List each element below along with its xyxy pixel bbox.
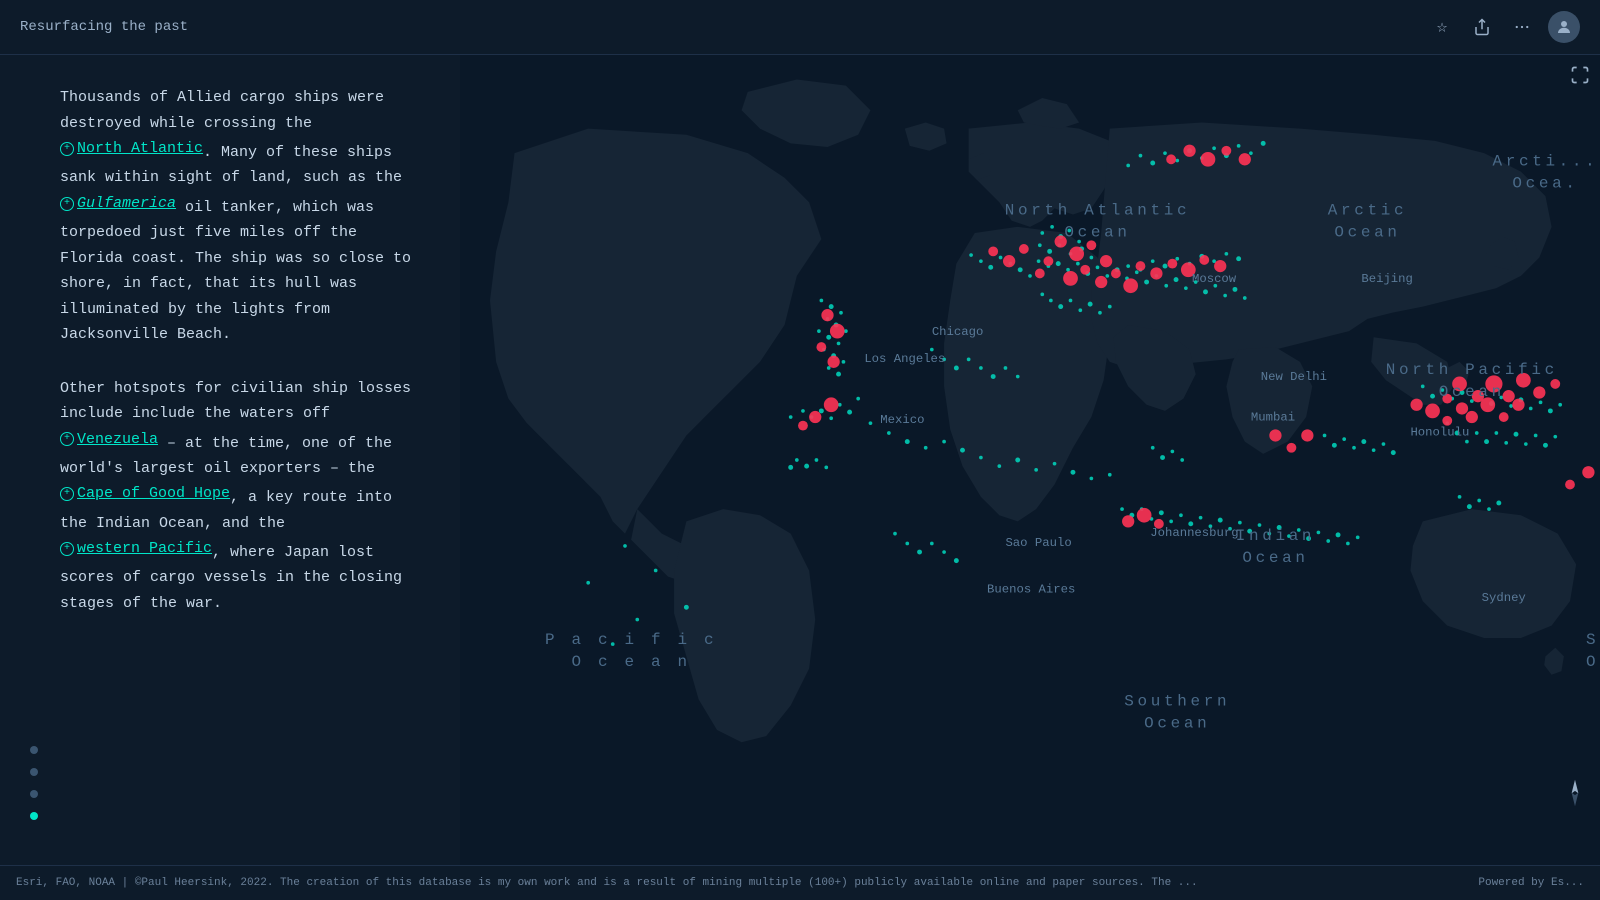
text-panel: Thousands of Allied cargo ships were des… [0,55,460,865]
north-atlantic-icon [60,142,74,156]
western-pacific-link[interactable]: western Pacific [60,536,212,562]
svg-text:Indian: Indian [1236,527,1315,545]
map-expand-button[interactable] [1570,65,1590,90]
page-dot-1[interactable] [30,746,38,754]
page-navigation [30,746,38,820]
svg-text:New Delhi: New Delhi [1261,370,1327,384]
world-map: North Atlantic Ocean North Pacific Ocean… [460,55,1600,865]
page-dot-4[interactable] [30,812,38,820]
svg-text:Ocean: Ocean [1064,224,1130,242]
svg-text:P a c i f i c: P a c i f i c [545,631,717,649]
venezuela-link[interactable]: Venezuela [60,427,158,453]
footer: Esri, FAO, NOAA | ©Paul Heersink, 2022. … [0,865,1600,900]
svg-text:North Atlantic: North Atlantic [1005,202,1190,220]
topbar: Resurfacing the past ☆ [0,0,1600,55]
svg-text:Johannesburg: Johannesburg [1150,526,1238,540]
svg-text:Arctic: Arctic [1328,202,1407,220]
footer-credits: Esri, FAO, NOAA | ©Paul Heersink, 2022. … [16,877,1198,889]
svg-text:Southern: Southern [1124,692,1230,710]
svg-text:Sao Paulo: Sao Paulo [1005,536,1071,550]
svg-text:Sydney: Sydney [1482,591,1526,605]
user-avatar[interactable] [1548,11,1580,43]
gulfamerica-link[interactable]: Gulfamerica [60,191,176,217]
svg-text:North Pacific: North Pacific [1386,361,1558,379]
svg-text:Ocean: Ocean [1144,715,1210,733]
star-icon[interactable]: ☆ [1428,13,1456,41]
gulfamerica-icon [60,197,74,211]
western-pacific-icon [60,542,74,556]
svg-text:Los Angeles: Los Angeles [864,352,945,366]
svg-text:Buenos Aires: Buenos Aires [987,583,1075,597]
svg-text:Ocean: Ocean [1334,224,1400,242]
page-dot-3[interactable] [30,790,38,798]
svg-text:Beijing: Beijing [1361,272,1413,286]
text-block-1: Thousands of Allied cargo ships were des… [60,85,420,348]
svg-text:Moscow: Moscow [1192,272,1237,286]
svg-text:Arcti...: Arcti... [1492,152,1598,170]
svg-text:Mumbai: Mumbai [1251,411,1295,425]
svg-text:Honolulu: Honolulu [1410,425,1469,439]
svg-text:Ocea.: Ocea. [1512,175,1578,193]
cape-good-hope-link[interactable]: Cape of Good Hope [60,481,230,507]
svg-text:Oc...: Oc... [1586,653,1600,671]
cape-good-hope-icon [60,487,74,501]
north-arrow [1565,778,1585,815]
svg-text:Chicago: Chicago [932,325,984,339]
svg-text:O c e a n: O c e a n [572,653,691,671]
map-container[interactable]: North Atlantic Ocean North Pacific Ocean… [460,55,1600,865]
share-icon[interactable] [1468,13,1496,41]
svg-text:Ocean: Ocean [1439,383,1505,401]
svg-text:Ocean: Ocean [1242,549,1308,567]
app-title: Resurfacing the past [20,19,188,35]
more-icon[interactable] [1508,13,1536,41]
page-dot-2[interactable] [30,768,38,776]
footer-powered-by: Powered by Es... [1478,877,1584,889]
topbar-actions: ☆ [1428,11,1580,43]
venezuela-icon [60,432,74,446]
svg-text:Mexico: Mexico [880,413,924,427]
north-atlantic-link[interactable]: North Atlantic [60,136,203,162]
text-block-2: Other hotspots for civilian ship losses … [60,376,420,617]
svg-text:South: South [1586,631,1600,649]
